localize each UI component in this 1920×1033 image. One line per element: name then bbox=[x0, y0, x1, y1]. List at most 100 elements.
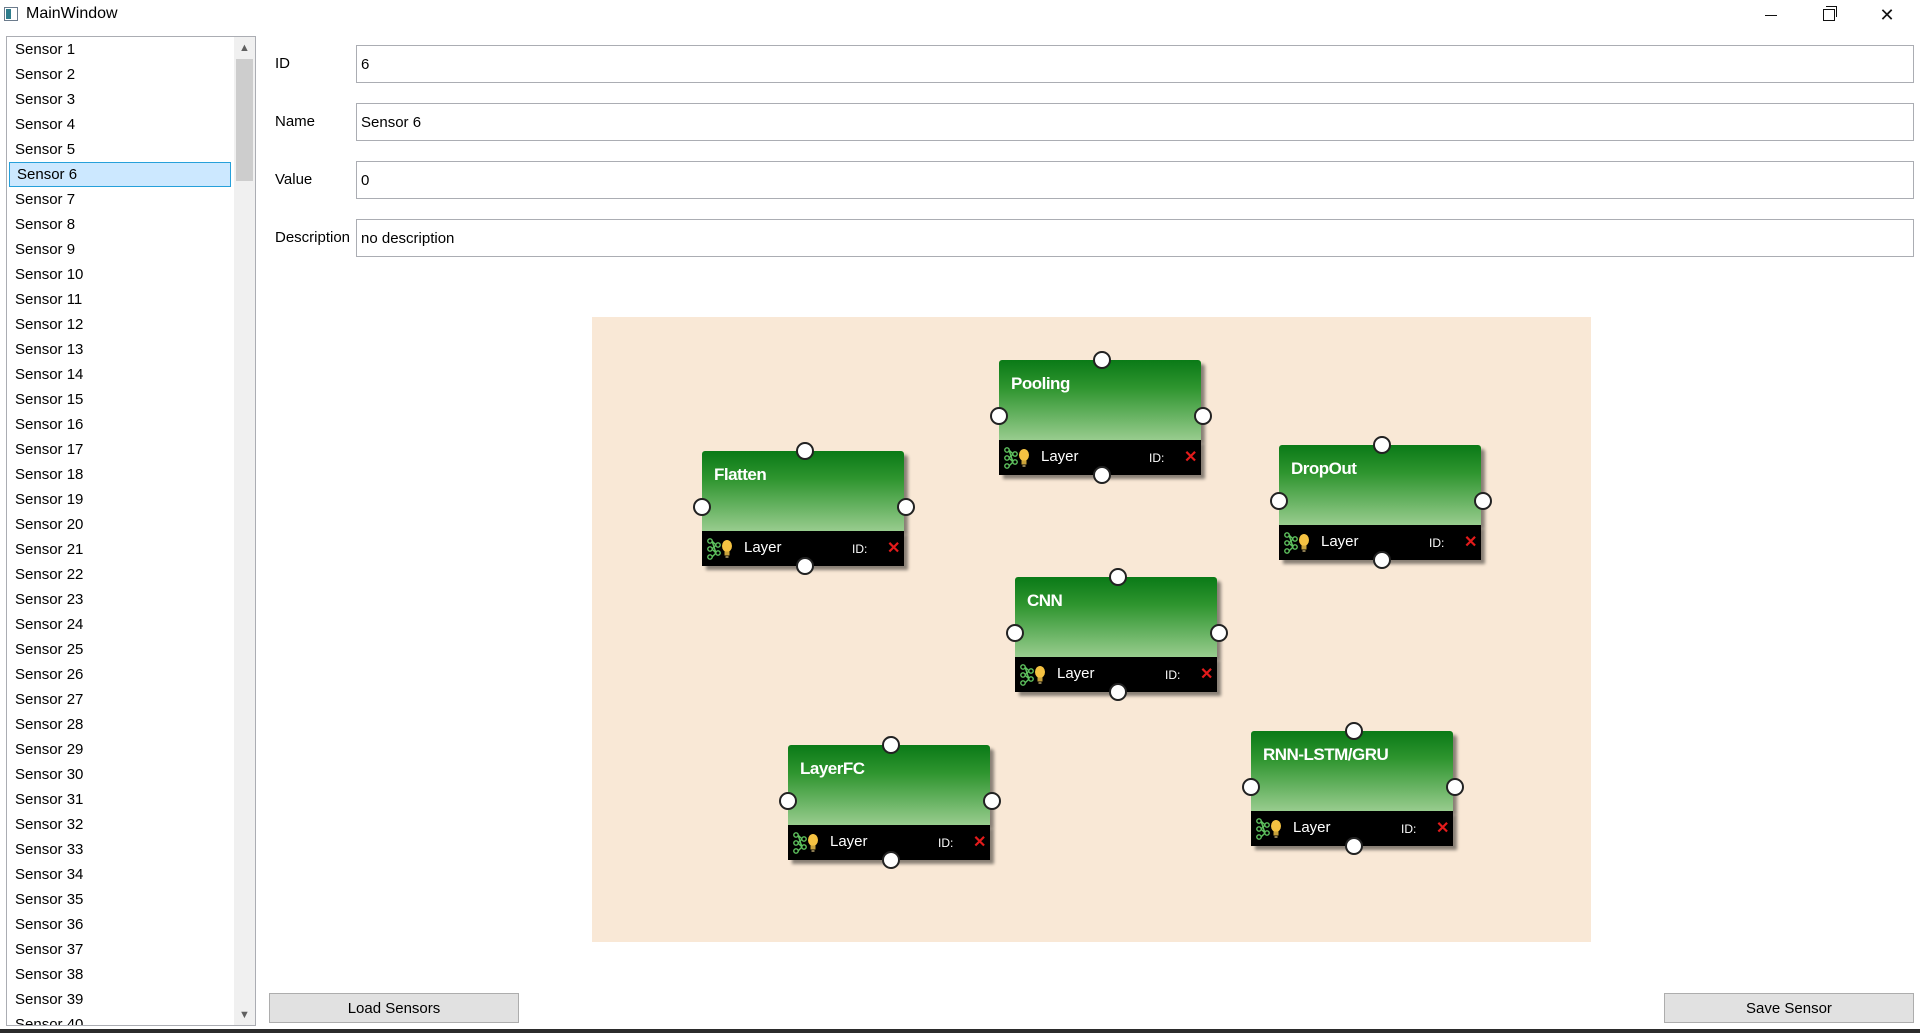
list-item[interactable]: Sensor 39 bbox=[7, 987, 233, 1012]
list-item[interactable]: Sensor 29 bbox=[7, 737, 233, 762]
layer-node[interactable]: DropOut Layer ID: ✕ bbox=[1270, 436, 1492, 569]
sensor-listbox[interactable]: Sensor 1 Sensor 2 Sensor 3 Sensor 4 Sensor 5… bbox=[6, 36, 256, 1026]
list-item[interactable]: Sensor 38 bbox=[7, 962, 233, 987]
list-item[interactable]: Sensor 3 bbox=[7, 87, 233, 112]
delete-node-icon[interactable]: ✕ bbox=[1464, 532, 1477, 552]
list-item[interactable]: Sensor 30 bbox=[7, 762, 233, 787]
input-port-top[interactable] bbox=[1345, 722, 1363, 740]
output-port-bottom[interactable] bbox=[882, 851, 900, 869]
list-item[interactable]: Sensor 24 bbox=[7, 612, 233, 637]
list-item[interactable]: Sensor 4 bbox=[7, 112, 233, 137]
output-port-right[interactable] bbox=[1446, 778, 1464, 796]
node-header[interactable]: Pooling bbox=[999, 360, 1201, 440]
list-item[interactable]: Sensor 5 bbox=[7, 137, 233, 162]
list-item[interactable]: Sensor 14 bbox=[7, 362, 233, 387]
node-header[interactable]: Flatten bbox=[702, 451, 904, 531]
list-item[interactable]: Sensor 9 bbox=[7, 237, 233, 262]
value-field[interactable] bbox=[356, 161, 1914, 199]
save-sensor-button[interactable]: Save Sensor bbox=[1664, 993, 1914, 1023]
input-port-left[interactable] bbox=[779, 792, 797, 810]
output-port-right[interactable] bbox=[1474, 492, 1492, 510]
list-item[interactable]: Sensor 33 bbox=[7, 837, 233, 862]
description-field[interactable] bbox=[356, 219, 1914, 257]
list-item[interactable]: Sensor 1 bbox=[7, 37, 233, 62]
input-port-left[interactable] bbox=[1270, 492, 1288, 510]
input-port-left[interactable] bbox=[990, 407, 1008, 425]
list-item[interactable]: Sensor 7 bbox=[7, 187, 233, 212]
list-item[interactable]: Sensor 15 bbox=[7, 387, 233, 412]
delete-node-icon[interactable]: ✕ bbox=[1436, 818, 1449, 838]
layer-node[interactable]: CNN Layer ID: ✕ bbox=[1006, 568, 1228, 701]
node-type-label: Layer bbox=[1041, 448, 1079, 465]
list-item[interactable]: Sensor 32 bbox=[7, 812, 233, 837]
list-item[interactable]: Sensor 16 bbox=[7, 412, 233, 437]
layer-node[interactable]: Flatten Layer ID: ✕ bbox=[693, 442, 915, 575]
list-item[interactable]: Sensor 37 bbox=[7, 937, 233, 962]
input-port-left[interactable] bbox=[1242, 778, 1260, 796]
output-port-right[interactable] bbox=[1210, 624, 1228, 642]
list-item[interactable]: Sensor 20 bbox=[7, 512, 233, 537]
input-port-top[interactable] bbox=[796, 442, 814, 460]
delete-node-icon[interactable]: ✕ bbox=[973, 832, 986, 852]
node-title: CNN bbox=[1027, 591, 1063, 610]
list-item[interactable]: Sensor 10 bbox=[7, 262, 233, 287]
list-item[interactable]: Sensor 12 bbox=[7, 312, 233, 337]
scroll-thumb[interactable] bbox=[236, 59, 253, 181]
list-item[interactable]: Sensor 28 bbox=[7, 712, 233, 737]
scroll-up-button[interactable]: ▲ bbox=[234, 37, 255, 58]
sensor-list-scrollbar[interactable]: ▲ ▼ bbox=[234, 37, 255, 1025]
list-item[interactable]: Sensor 8 bbox=[7, 212, 233, 237]
node-header[interactable]: DropOut bbox=[1279, 445, 1481, 525]
list-item[interactable]: Sensor 19 bbox=[7, 487, 233, 512]
list-item[interactable]: Sensor 18 bbox=[7, 462, 233, 487]
input-port-left[interactable] bbox=[693, 498, 711, 516]
input-port-top[interactable] bbox=[1093, 351, 1111, 369]
id-field[interactable] bbox=[356, 45, 1914, 83]
list-item[interactable]: Sensor 2 bbox=[7, 62, 233, 87]
input-port-top[interactable] bbox=[1373, 436, 1391, 454]
maximize-button[interactable] bbox=[1800, 0, 1858, 30]
delete-node-icon[interactable]: ✕ bbox=[887, 538, 900, 558]
input-port-top[interactable] bbox=[1109, 568, 1127, 586]
output-port-bottom[interactable] bbox=[1373, 551, 1391, 569]
list-item[interactable]: Sensor 34 bbox=[7, 862, 233, 887]
list-item[interactable]: Sensor 35 bbox=[7, 887, 233, 912]
delete-node-icon[interactable]: ✕ bbox=[1184, 447, 1197, 467]
id-label: ID bbox=[275, 55, 290, 72]
node-header[interactable]: CNN bbox=[1015, 577, 1217, 657]
name-field[interactable] bbox=[356, 103, 1914, 141]
minimize-button[interactable] bbox=[1742, 0, 1800, 30]
output-port-bottom[interactable] bbox=[1093, 466, 1111, 484]
close-button[interactable]: ✕ bbox=[1858, 0, 1916, 30]
scroll-down-button[interactable]: ▼ bbox=[234, 1004, 255, 1025]
input-port-left[interactable] bbox=[1006, 624, 1024, 642]
node-canvas[interactable]: Pooling Layer ID: ✕ Flatten Layer ID: ✕ DropOut L… bbox=[592, 317, 1591, 942]
list-item[interactable]: Sensor 13 bbox=[7, 337, 233, 362]
node-header[interactable]: RNN-LSTM/GRU bbox=[1251, 731, 1453, 811]
list-item[interactable]: Sensor 25 bbox=[7, 637, 233, 662]
input-port-top[interactable] bbox=[882, 736, 900, 754]
layer-node[interactable]: RNN-LSTM/GRU Layer ID: ✕ bbox=[1242, 722, 1464, 855]
output-port-right[interactable] bbox=[1194, 407, 1212, 425]
output-port-bottom[interactable] bbox=[1345, 837, 1363, 855]
output-port-right[interactable] bbox=[983, 792, 1001, 810]
load-sensors-button[interactable]: Load Sensors bbox=[269, 993, 519, 1023]
output-port-bottom[interactable] bbox=[796, 557, 814, 575]
list-item[interactable]: Sensor 11 bbox=[7, 287, 233, 312]
delete-node-icon[interactable]: ✕ bbox=[1200, 664, 1213, 684]
list-item[interactable]: Sensor 17 bbox=[7, 437, 233, 462]
list-item[interactable]: Sensor 26 bbox=[7, 662, 233, 687]
list-item[interactable]: Sensor 40 bbox=[7, 1012, 233, 1025]
output-port-right[interactable] bbox=[897, 498, 915, 516]
layer-node[interactable]: Pooling Layer ID: ✕ bbox=[990, 351, 1212, 484]
layer-node[interactable]: LayerFC Layer ID: ✕ bbox=[779, 736, 1001, 869]
list-item[interactable]: Sensor 6 bbox=[9, 162, 231, 187]
output-port-bottom[interactable] bbox=[1109, 683, 1127, 701]
list-item[interactable]: Sensor 23 bbox=[7, 587, 233, 612]
list-item[interactable]: Sensor 36 bbox=[7, 912, 233, 937]
list-item[interactable]: Sensor 27 bbox=[7, 687, 233, 712]
node-header[interactable]: LayerFC bbox=[788, 745, 990, 825]
list-item[interactable]: Sensor 31 bbox=[7, 787, 233, 812]
list-item[interactable]: Sensor 22 bbox=[7, 562, 233, 587]
list-item[interactable]: Sensor 21 bbox=[7, 537, 233, 562]
